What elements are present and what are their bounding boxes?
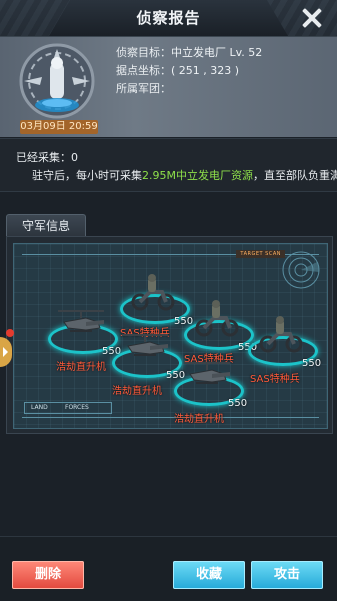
- legion-label: 所属军团：: [116, 82, 171, 95]
- target-row: 侦察目标：中立发电厂 Lv. 52: [116, 44, 262, 62]
- land-label: LAND: [31, 404, 48, 411]
- unit-helicopter[interactable]: 550 浩劫直升机: [112, 326, 185, 397]
- unit-sas-trooper[interactable]: 550 SAS特种兵: [184, 298, 257, 365]
- unit-name: 浩劫直升机: [112, 386, 162, 397]
- collect-suffix: ，直至部队负重满: [252, 169, 337, 182]
- title-bar: 侦察报告: [0, 0, 337, 37]
- collect-prefix: 驻守后，每小时可采集: [32, 169, 142, 182]
- map-frame-bottom: [22, 417, 319, 418]
- garrison-panel: TARGET SCAN 550 浩劫直升机 550 SAS特种兵 550 SAS特种兵 55…: [6, 236, 333, 434]
- land-forces-tag: LAND FORCES: [24, 402, 112, 414]
- unit-count: 550: [228, 398, 248, 409]
- forces-label: FORCES: [65, 404, 89, 411]
- battle-map: TARGET SCAN 550 浩劫直升机 550 SAS特种兵 550 SAS特种兵 55…: [13, 243, 328, 429]
- report-date: 03月09日 20:59: [20, 120, 98, 134]
- unit-name: SAS特种兵: [250, 374, 300, 385]
- motorbike-icon: [195, 300, 239, 337]
- target-label: 侦察目标：: [116, 46, 171, 59]
- unit-name: 浩劫直升机: [174, 414, 224, 425]
- target-scan-tag: TARGET SCAN: [236, 250, 285, 258]
- helicopter-icon: [122, 334, 168, 356]
- coordinate-row: 据点坐标：( 251 , 323 ): [116, 62, 262, 80]
- attack-button[interactable]: 攻击: [251, 561, 323, 589]
- collect-description: 驻守后，每小时可采集2.95M中立发电厂资源，直至部队负重满: [32, 167, 337, 183]
- unit-name: 浩劫直升机: [56, 362, 106, 373]
- unit-sas-trooper[interactable]: 550 SAS特种兵: [120, 272, 193, 339]
- legion-row: 所属军团：: [116, 80, 262, 98]
- favorite-button[interactable]: 收藏: [173, 561, 245, 589]
- motorbike-icon: [259, 316, 303, 353]
- report-header: 03月09日 20:59 侦察目标：中立发电厂 Lv. 52 据点坐标：( 25…: [0, 37, 337, 137]
- helicopter-icon: [184, 362, 230, 384]
- notification-dot: [6, 329, 14, 337]
- radar-icon: [282, 251, 320, 289]
- close-icon[interactable]: [299, 6, 323, 30]
- collected-amount: 已经采集：0: [16, 151, 78, 164]
- collect-resource: 2.95M中立发电厂资源: [142, 169, 253, 182]
- collect-info: 已经采集：0 驻守后，每小时可采集2.95M中立发电厂资源，直至部队负重满: [0, 138, 337, 192]
- unit-helicopter[interactable]: 550 浩劫直升机: [48, 302, 121, 373]
- unit-count: 550: [302, 358, 322, 369]
- target-value: 中立发电厂 Lv. 52: [171, 46, 263, 59]
- tab-garrison-info[interactable]: 守军信息: [6, 214, 86, 237]
- coordinate-value[interactable]: ( 251 , 323 ): [171, 64, 239, 77]
- delete-button[interactable]: 删除: [12, 561, 84, 589]
- motorbike-icon: [131, 274, 175, 311]
- coordinate-label: 据点坐标：: [116, 64, 171, 77]
- helicopter-icon: [58, 310, 104, 332]
- scout-emblem-icon: [19, 43, 95, 119]
- unit-helicopter[interactable]: 550 浩劫直升机: [174, 354, 248, 425]
- unit-sas-trooper[interactable]: 550 SAS特种兵: [248, 314, 322, 385]
- window-title: 侦察报告: [136, 9, 201, 27]
